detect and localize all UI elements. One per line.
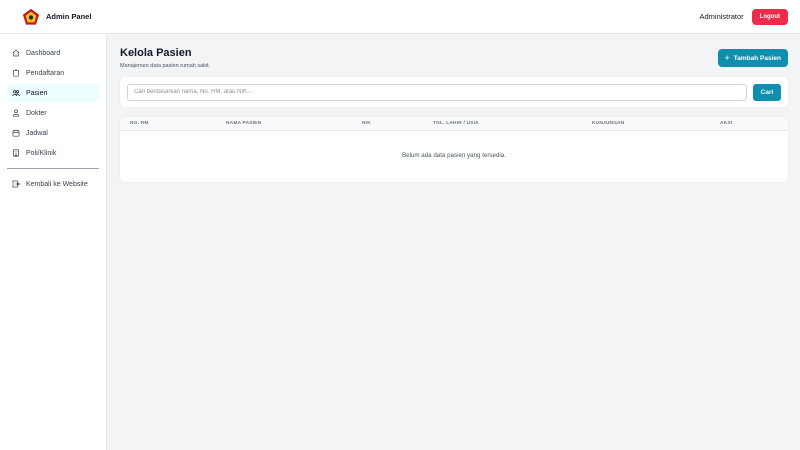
top-bar: Admin Panel Administrator Logout xyxy=(0,0,800,34)
sidebar-item-label: Poli/Klinik xyxy=(26,149,57,157)
column-header-kunjungan: KUNJUNGAN xyxy=(592,121,625,126)
plus-icon: + xyxy=(724,52,730,63)
column-header-aksi: AKSI xyxy=(720,121,733,126)
sidebar-item-label: Jadwal xyxy=(26,129,48,137)
sidebar-item-pasien[interactable]: Pasien xyxy=(7,84,99,102)
calendar-icon xyxy=(12,129,20,137)
building-icon xyxy=(12,149,20,157)
sidebar-item-pendaftaran[interactable]: Pendaftaran xyxy=(7,64,99,82)
add-patient-button[interactable]: + Tambah Pasien xyxy=(717,49,788,67)
pentagon-emblem-icon xyxy=(22,8,40,26)
page-title: Kelola Pasien xyxy=(120,47,192,59)
sidebar: Dashboard Pendaftaran Pasien Dokter Jadw… xyxy=(0,34,107,450)
logout-button[interactable]: Logout xyxy=(751,8,788,25)
sidebar-item-dashboard[interactable]: Dashboard xyxy=(7,44,99,62)
sidebar-item-jadwal[interactable]: Jadwal xyxy=(7,124,99,142)
sidebar-item-back-to-website[interactable]: Kembali ke Website xyxy=(7,175,99,193)
patient-table: NO. RM NAMA PASIEN NIK TGL. LAHIR / USIA… xyxy=(120,117,788,182)
page-subtitle: Manajemen data pasien rumah sakit. xyxy=(120,63,211,69)
clipboard-icon xyxy=(12,69,20,77)
home-icon xyxy=(12,49,20,57)
column-header-tgl-lahir: TGL. LAHIR / USIA xyxy=(433,121,479,126)
sidebar-item-dokter[interactable]: Dokter xyxy=(7,104,99,122)
users-icon xyxy=(12,89,20,97)
column-header-no-rm: NO. RM xyxy=(130,121,149,126)
column-header-nik: NIK xyxy=(362,121,371,126)
sidebar-item-label: Kembali ke Website xyxy=(26,180,88,188)
sidebar-item-label: Pasien xyxy=(26,89,48,97)
sidebar-item-label: Dokter xyxy=(26,109,47,117)
app-title: Admin Panel xyxy=(46,12,92,21)
sidebar-divider xyxy=(7,168,99,169)
add-patient-label: Tambah Pasien xyxy=(733,54,781,62)
sidebar-item-poli-klinik[interactable]: Poli/Klinik xyxy=(7,144,99,162)
search-button[interactable]: Cari xyxy=(753,83,781,101)
search-input[interactable] xyxy=(127,83,747,101)
main-content: Kelola Pasien Manajemen data pasien ruma… xyxy=(120,34,788,182)
column-header-nama-pasien: NAMA PASIEN xyxy=(226,121,262,126)
sidebar-item-label: Pendaftaran xyxy=(26,69,65,77)
brand[interactable]: Admin Panel xyxy=(22,8,91,26)
search-card: Cari xyxy=(120,77,788,107)
empty-state-message: Belum ada data pasien yang tersedia. xyxy=(402,152,506,159)
table-header: NO. RM NAMA PASIEN NIK TGL. LAHIR / USIA… xyxy=(120,117,788,131)
exit-icon xyxy=(12,180,20,188)
user-name: Administrator xyxy=(699,12,744,21)
doctor-icon xyxy=(12,109,20,117)
sidebar-item-label: Dashboard xyxy=(26,49,61,57)
